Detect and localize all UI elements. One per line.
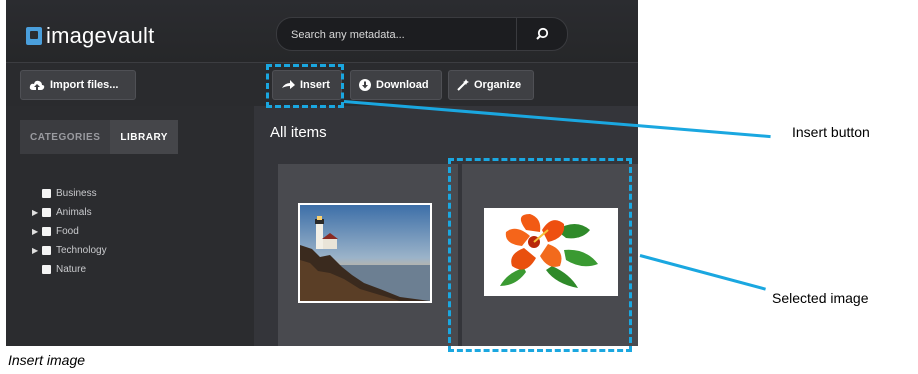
import-files-button[interactable]: Import files... [20,70,136,100]
tree-item-technology[interactable]: ▶ Technology [32,241,107,260]
lighthouse-image [300,205,430,301]
selected-image-annotation: Selected image [772,290,869,306]
sidebar-tabs: CATEGORIES LIBRARY [20,120,178,154]
page-title: All items [270,124,327,141]
logo[interactable]: imagevault [26,23,155,48]
category-tree: Business ▶ Animals ▶ Food ▶ Technology N… [32,184,107,279]
organize-label: Organize [474,79,522,91]
sidebar: CATEGORIES LIBRARY Business ▶ Animals ▶ … [6,106,254,346]
download-button[interactable]: Download [350,70,442,100]
import-files-label: Import files... [50,79,119,91]
logo-text: imagevault [46,23,155,48]
tree-item-animals[interactable]: ▶ Animals [32,203,107,222]
tree-item-label: Animals [56,207,92,218]
checkbox[interactable] [42,265,51,274]
tree-item-business[interactable]: Business [32,184,107,203]
tree-item-label: Business [56,188,97,199]
search-input[interactable] [289,18,513,52]
search-button[interactable] [516,18,567,50]
image-thumbnail[interactable] [298,203,432,303]
top-bar: imagevault [6,0,638,62]
download-icon [359,79,371,91]
selected-image-highlight [448,158,632,352]
tab-categories[interactable]: CATEGORIES [20,120,111,154]
search-bar [276,17,568,52]
tree-item-nature[interactable]: Nature [32,260,107,279]
expand-arrow-icon[interactable]: ▶ [32,208,42,217]
insert-button-highlight [266,64,344,108]
expand-arrow-icon[interactable]: ▶ [32,227,42,236]
selected-callout-line [639,254,766,291]
expand-arrow-icon[interactable]: ▶ [32,246,42,255]
tree-item-label: Technology [56,245,107,256]
image-item-lighthouse[interactable] [278,164,458,346]
figure-caption: Insert image [8,352,86,368]
checkbox[interactable] [42,189,51,198]
search-icon [536,27,549,40]
cloud-upload-icon [29,79,45,91]
imagevault-logo-icon [26,27,42,45]
checkbox[interactable] [42,246,51,255]
organize-button[interactable]: Organize [448,70,534,100]
insert-button-annotation: Insert button [792,124,870,140]
tree-item-label: Nature [56,264,87,275]
checkbox[interactable] [42,227,51,236]
tab-library[interactable]: LIBRARY [110,120,178,154]
wand-icon [457,79,469,91]
checkbox[interactable] [42,208,51,217]
download-label: Download [376,79,429,91]
tree-item-food[interactable]: ▶ Food [32,222,107,241]
tree-item-label: Food [56,226,79,237]
